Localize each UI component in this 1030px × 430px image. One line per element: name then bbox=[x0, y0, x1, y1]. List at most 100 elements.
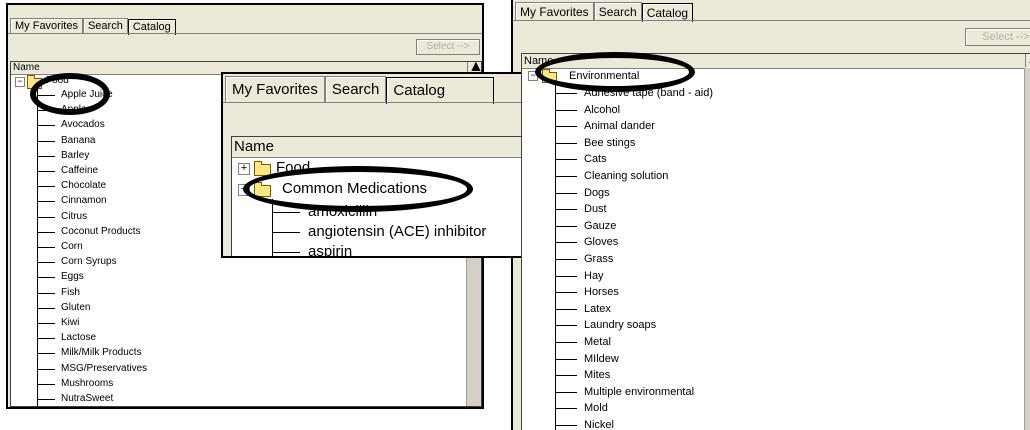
tree-leaf[interactable]: Eggs bbox=[61, 271, 84, 283]
tab-search[interactable]: Search bbox=[593, 2, 642, 21]
tree-branch-line bbox=[37, 338, 55, 340]
tree-branch-line bbox=[37, 231, 55, 233]
tree-leaf[interactable]: Kiwi bbox=[61, 317, 79, 329]
tab-my-favorites[interactable]: My Favorites bbox=[515, 2, 594, 21]
tree-leaf[interactable]: angiotensin (ACE) inhibitor bbox=[308, 222, 486, 242]
tree-branch-line bbox=[555, 408, 577, 410]
tree-leaf[interactable]: Avocados bbox=[61, 119, 105, 131]
tab-divider bbox=[8, 33, 482, 34]
tree-leaf[interactable]: Dogs bbox=[584, 186, 610, 200]
tree-branch-line bbox=[555, 259, 577, 260]
name-column-header[interactable]: Name bbox=[232, 137, 521, 158]
tree-branch-line bbox=[37, 399, 55, 400]
tree-branch-line bbox=[37, 383, 55, 385]
tree-branch-line bbox=[555, 109, 577, 111]
tree-leaf[interactable]: Cinnamon bbox=[61, 195, 107, 207]
tree-leaf[interactable]: MIldew bbox=[584, 352, 619, 366]
tree-branch-line bbox=[37, 262, 55, 264]
tree-leaf[interactable]: Corn bbox=[61, 241, 83, 253]
tree-branch-line bbox=[37, 292, 55, 294]
tree-leaf[interactable]: NutraSweet bbox=[61, 393, 113, 405]
tree-leaf[interactable]: Banana bbox=[61, 135, 95, 147]
scroll-up-button[interactable]: ▲ bbox=[1025, 54, 1030, 67]
tree-branch-line bbox=[272, 232, 300, 233]
tree-branch-line bbox=[555, 375, 577, 377]
tree-leaf[interactable]: Mites bbox=[584, 368, 610, 382]
tree-leaf[interactable]: Metal bbox=[584, 335, 611, 349]
tree-branch-line bbox=[37, 140, 55, 142]
tree-leaf[interactable]: MSG/Preservatives bbox=[61, 363, 147, 375]
tab-my-favorites[interactable]: My Favorites bbox=[10, 18, 83, 34]
tree-branch-line bbox=[555, 325, 577, 327]
annotation-oval bbox=[243, 166, 473, 212]
tree-branch-line bbox=[555, 209, 577, 211]
select-button[interactable]: Select --> bbox=[416, 39, 480, 55]
tree-branch-line bbox=[555, 93, 577, 94]
tree-leaf[interactable]: Alcohol bbox=[584, 103, 620, 117]
tree-leaf[interactable]: Caffeine bbox=[61, 165, 98, 177]
tree-leaf[interactable]: Animal dander bbox=[584, 119, 655, 133]
tree-leaf[interactable]: Cleaning solution bbox=[584, 169, 668, 183]
tree-leaf[interactable]: Cats bbox=[584, 152, 607, 166]
tree-leaf[interactable]: Gluten bbox=[61, 302, 90, 314]
tree-guide-line bbox=[272, 199, 273, 256]
zoomed-catalog-panel: My Favorites Search Catalog Name + Food … bbox=[221, 72, 521, 258]
tree-leaf[interactable]: Chocolate bbox=[61, 180, 106, 192]
catalog-tree[interactable]: Name ▲ − Environmental Adhesive tape (ba… bbox=[521, 53, 1030, 430]
tree-leaf[interactable]: Laundry soaps bbox=[584, 318, 656, 332]
tab-divider bbox=[223, 102, 521, 103]
tree-branch-line bbox=[272, 212, 300, 213]
right-catalog-panel: My Favorites Search Catalog Select --> N… bbox=[511, 0, 1030, 430]
plus-box-icon[interactable]: + bbox=[238, 163, 250, 175]
tree-leaf[interactable]: aspirin bbox=[308, 242, 352, 256]
tree-branch-line bbox=[555, 308, 577, 310]
tree-leaf[interactable]: Horses bbox=[584, 285, 619, 299]
tree-guide-line bbox=[555, 84, 556, 430]
annotation-oval bbox=[30, 73, 110, 115]
tab-search[interactable]: Search bbox=[324, 76, 387, 103]
tree-leaf[interactable]: Gloves bbox=[584, 235, 618, 249]
tree-branch-line bbox=[555, 159, 577, 161]
tree-branch-line bbox=[37, 186, 55, 188]
tree-leaf[interactable]: Corn Syrups bbox=[61, 256, 117, 268]
tree-branch-line bbox=[37, 353, 55, 355]
tree-leaf[interactable]: Citrus bbox=[61, 211, 87, 223]
tree-branch-line bbox=[555, 192, 577, 194]
tree-leaf[interactable]: Grass bbox=[584, 252, 613, 266]
tree-leaf[interactable]: Dust bbox=[584, 202, 607, 216]
tree-branch-line bbox=[37, 216, 55, 218]
tree-branch-line bbox=[37, 125, 55, 127]
tree-leaf[interactable]: Fish bbox=[61, 287, 80, 299]
tree-leaf[interactable]: Barley bbox=[61, 150, 89, 162]
tree-leaf[interactable]: Mold bbox=[584, 401, 608, 415]
tree-branch-line bbox=[37, 201, 55, 203]
tree-leaf[interactable]: Nickel bbox=[584, 418, 614, 430]
tree-leaf[interactable]: Latex bbox=[584, 302, 611, 316]
tree-leaf[interactable]: Multiple environmental bbox=[584, 385, 694, 399]
tree-branch-line bbox=[37, 247, 55, 248]
tree-leaf[interactable]: Bee stings bbox=[584, 136, 635, 150]
tree-branch-line bbox=[555, 342, 577, 343]
tab-catalog[interactable]: Catalog bbox=[386, 77, 495, 104]
tree-leaf[interactable]: Hay bbox=[584, 269, 604, 283]
tree-branch-line bbox=[555, 242, 577, 244]
tree-branch-line bbox=[37, 323, 55, 324]
tree-branch-line bbox=[555, 292, 577, 294]
tab-divider bbox=[513, 20, 1030, 21]
tree-leaf[interactable]: Gauze bbox=[584, 219, 616, 233]
tree-leaf[interactable]: Milk/Milk Products bbox=[61, 347, 142, 359]
tab-search[interactable]: Search bbox=[82, 18, 128, 34]
scrollbar[interactable] bbox=[1024, 68, 1030, 430]
tree-branch-line bbox=[272, 252, 300, 253]
tab-my-favorites[interactable]: My Favorites bbox=[225, 76, 325, 103]
tree-branch-line bbox=[555, 176, 577, 177]
tree-leaf[interactable]: Mushrooms bbox=[61, 378, 113, 390]
annotation-oval bbox=[535, 52, 695, 92]
tree-branch-line bbox=[555, 275, 577, 277]
tree-branch-line bbox=[555, 391, 577, 393]
minus-box-icon[interactable]: − bbox=[15, 77, 25, 87]
tree-leaf[interactable]: Coconut Products bbox=[61, 226, 141, 238]
tree-branch-line bbox=[37, 155, 55, 157]
select-button[interactable]: Select --> bbox=[965, 28, 1030, 46]
tree-leaf[interactable]: Lactose bbox=[61, 332, 96, 344]
